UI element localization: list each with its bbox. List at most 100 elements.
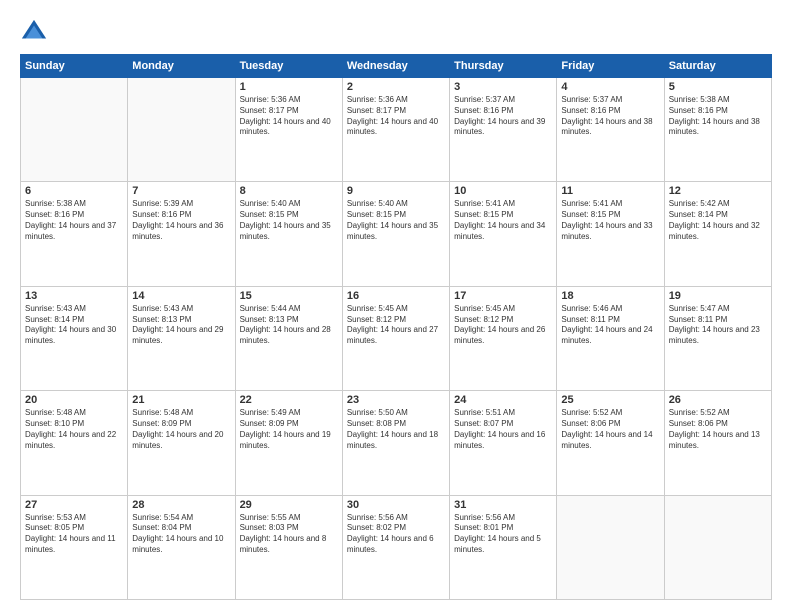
day-info: Sunrise: 5:52 AM Sunset: 8:06 PM Dayligh…	[561, 408, 659, 451]
day-info: Sunrise: 5:38 AM Sunset: 8:16 PM Dayligh…	[669, 95, 767, 138]
day-info: Sunrise: 5:41 AM Sunset: 8:15 PM Dayligh…	[454, 199, 552, 242]
day-info: Sunrise: 5:41 AM Sunset: 8:15 PM Dayligh…	[561, 199, 659, 242]
calendar-header-day: Monday	[128, 55, 235, 78]
day-number: 20	[25, 394, 123, 406]
day-number: 18	[561, 290, 659, 302]
calendar-week-row: 27 Sunrise: 5:53 AM Sunset: 8:05 PM Dayli…	[21, 495, 772, 599]
day-number: 10	[454, 185, 552, 197]
calendar-cell: 10 Sunrise: 5:41 AM Sunset: 8:15 PM Dayli…	[450, 182, 557, 286]
calendar-cell: 1Sunrise: 5:36 AM Sunset: 8:17 PM Daylig…	[235, 78, 342, 182]
header	[20, 18, 772, 46]
day-number: 9	[347, 185, 445, 197]
calendar-header-day: Tuesday	[235, 55, 342, 78]
calendar-week-row: 6Sunrise: 5:38 AM Sunset: 8:16 PM Daylig…	[21, 182, 772, 286]
page: SundayMondayTuesdayWednesdayThursdayFrid…	[0, 0, 792, 612]
day-info: Sunrise: 5:50 AM Sunset: 8:08 PM Dayligh…	[347, 408, 445, 451]
calendar-cell: 7Sunrise: 5:39 AM Sunset: 8:16 PM Daylig…	[128, 182, 235, 286]
calendar-cell: 13 Sunrise: 5:43 AM Sunset: 8:14 PM Dayli…	[21, 286, 128, 390]
day-number: 23	[347, 394, 445, 406]
calendar-cell: 8Sunrise: 5:40 AM Sunset: 8:15 PM Daylig…	[235, 182, 342, 286]
day-number: 19	[669, 290, 767, 302]
day-number: 28	[132, 499, 230, 511]
calendar-cell	[21, 78, 128, 182]
day-number: 15	[240, 290, 338, 302]
calendar-cell	[557, 495, 664, 599]
day-info: Sunrise: 5:42 AM Sunset: 8:14 PM Dayligh…	[669, 199, 767, 242]
day-info: Sunrise: 5:45 AM Sunset: 8:12 PM Dayligh…	[454, 304, 552, 347]
day-number: 24	[454, 394, 552, 406]
calendar-cell: 22 Sunrise: 5:49 AM Sunset: 8:09 PM Dayli…	[235, 391, 342, 495]
calendar-cell: 29 Sunrise: 5:55 AM Sunset: 8:03 PM Dayli…	[235, 495, 342, 599]
logo-icon	[20, 18, 48, 46]
day-number: 30	[347, 499, 445, 511]
calendar-cell: 17 Sunrise: 5:45 AM Sunset: 8:12 PM Dayli…	[450, 286, 557, 390]
calendar-cell: 6Sunrise: 5:38 AM Sunset: 8:16 PM Daylig…	[21, 182, 128, 286]
day-number: 26	[669, 394, 767, 406]
calendar-week-row: 20Sunrise: 5:48 AM Sunset: 8:10 PM Dayli…	[21, 391, 772, 495]
calendar-cell: 23 Sunrise: 5:50 AM Sunset: 8:08 PM Dayli…	[342, 391, 449, 495]
calendar-cell: 12 Sunrise: 5:42 AM Sunset: 8:14 PM Dayli…	[664, 182, 771, 286]
day-info: Sunrise: 5:46 AM Sunset: 8:11 PM Dayligh…	[561, 304, 659, 347]
day-info: Sunrise: 5:53 AM Sunset: 8:05 PM Dayligh…	[25, 513, 123, 556]
calendar-cell: 4 Sunrise: 5:37 AM Sunset: 8:16 PM Daylig…	[557, 78, 664, 182]
calendar-cell: 11 Sunrise: 5:41 AM Sunset: 8:15 PM Dayli…	[557, 182, 664, 286]
calendar-header-day: Thursday	[450, 55, 557, 78]
calendar-table: SundayMondayTuesdayWednesdayThursdayFrid…	[20, 54, 772, 600]
day-number: 5	[669, 81, 767, 93]
day-info: Sunrise: 5:36 AM Sunset: 8:17 PM Dayligh…	[347, 95, 445, 138]
day-info: Sunrise: 5:36 AM Sunset: 8:17 PM Dayligh…	[240, 95, 338, 138]
logo	[20, 18, 52, 46]
calendar-header-row: SundayMondayTuesdayWednesdayThursdayFrid…	[21, 55, 772, 78]
day-number: 25	[561, 394, 659, 406]
calendar-cell: 3Sunrise: 5:37 AM Sunset: 8:16 PM Daylig…	[450, 78, 557, 182]
day-info: Sunrise: 5:47 AM Sunset: 8:11 PM Dayligh…	[669, 304, 767, 347]
calendar-cell: 31Sunrise: 5:56 AM Sunset: 8:01 PM Dayli…	[450, 495, 557, 599]
calendar-cell: 24 Sunrise: 5:51 AM Sunset: 8:07 PM Dayli…	[450, 391, 557, 495]
day-info: Sunrise: 5:52 AM Sunset: 8:06 PM Dayligh…	[669, 408, 767, 451]
day-info: Sunrise: 5:51 AM Sunset: 8:07 PM Dayligh…	[454, 408, 552, 451]
day-number: 6	[25, 185, 123, 197]
day-info: Sunrise: 5:43 AM Sunset: 8:14 PM Dayligh…	[25, 304, 123, 347]
day-number: 13	[25, 290, 123, 302]
day-number: 17	[454, 290, 552, 302]
day-info: Sunrise: 5:40 AM Sunset: 8:15 PM Dayligh…	[347, 199, 445, 242]
calendar-cell: 14Sunrise: 5:43 AM Sunset: 8:13 PM Dayli…	[128, 286, 235, 390]
calendar-cell: 26 Sunrise: 5:52 AM Sunset: 8:06 PM Dayli…	[664, 391, 771, 495]
day-number: 4	[561, 81, 659, 93]
day-info: Sunrise: 5:48 AM Sunset: 8:09 PM Dayligh…	[132, 408, 230, 451]
day-info: Sunrise: 5:45 AM Sunset: 8:12 PM Dayligh…	[347, 304, 445, 347]
calendar-header-day: Wednesday	[342, 55, 449, 78]
day-number: 21	[132, 394, 230, 406]
calendar-cell: 21 Sunrise: 5:48 AM Sunset: 8:09 PM Dayli…	[128, 391, 235, 495]
day-number: 11	[561, 185, 659, 197]
day-info: Sunrise: 5:56 AM Sunset: 8:02 PM Dayligh…	[347, 513, 445, 556]
calendar-week-row: 1Sunrise: 5:36 AM Sunset: 8:17 PM Daylig…	[21, 78, 772, 182]
calendar-header-day: Saturday	[664, 55, 771, 78]
day-info: Sunrise: 5:54 AM Sunset: 8:04 PM Dayligh…	[132, 513, 230, 556]
day-info: Sunrise: 5:43 AM Sunset: 8:13 PM Dayligh…	[132, 304, 230, 347]
calendar-cell	[664, 495, 771, 599]
day-number: 16	[347, 290, 445, 302]
calendar-week-row: 13 Sunrise: 5:43 AM Sunset: 8:14 PM Dayli…	[21, 286, 772, 390]
calendar-cell: 18 Sunrise: 5:46 AM Sunset: 8:11 PM Dayli…	[557, 286, 664, 390]
day-number: 8	[240, 185, 338, 197]
calendar-cell: 30 Sunrise: 5:56 AM Sunset: 8:02 PM Dayli…	[342, 495, 449, 599]
day-info: Sunrise: 5:37 AM Sunset: 8:16 PM Dayligh…	[561, 95, 659, 138]
day-info: Sunrise: 5:49 AM Sunset: 8:09 PM Dayligh…	[240, 408, 338, 451]
calendar-cell: 19 Sunrise: 5:47 AM Sunset: 8:11 PM Dayli…	[664, 286, 771, 390]
day-number: 29	[240, 499, 338, 511]
calendar-cell: 16 Sunrise: 5:45 AM Sunset: 8:12 PM Dayli…	[342, 286, 449, 390]
calendar-header-day: Sunday	[21, 55, 128, 78]
day-number: 22	[240, 394, 338, 406]
calendar-cell: 15Sunrise: 5:44 AM Sunset: 8:13 PM Dayli…	[235, 286, 342, 390]
calendar-cell: 27 Sunrise: 5:53 AM Sunset: 8:05 PM Dayli…	[21, 495, 128, 599]
calendar-cell: 9 Sunrise: 5:40 AM Sunset: 8:15 PM Daylig…	[342, 182, 449, 286]
calendar-cell	[128, 78, 235, 182]
day-number: 27	[25, 499, 123, 511]
calendar-cell: 25 Sunrise: 5:52 AM Sunset: 8:06 PM Dayli…	[557, 391, 664, 495]
day-number: 12	[669, 185, 767, 197]
day-info: Sunrise: 5:55 AM Sunset: 8:03 PM Dayligh…	[240, 513, 338, 556]
calendar-cell: 5 Sunrise: 5:38 AM Sunset: 8:16 PM Daylig…	[664, 78, 771, 182]
day-number: 7	[132, 185, 230, 197]
calendar-cell: 28 Sunrise: 5:54 AM Sunset: 8:04 PM Dayli…	[128, 495, 235, 599]
